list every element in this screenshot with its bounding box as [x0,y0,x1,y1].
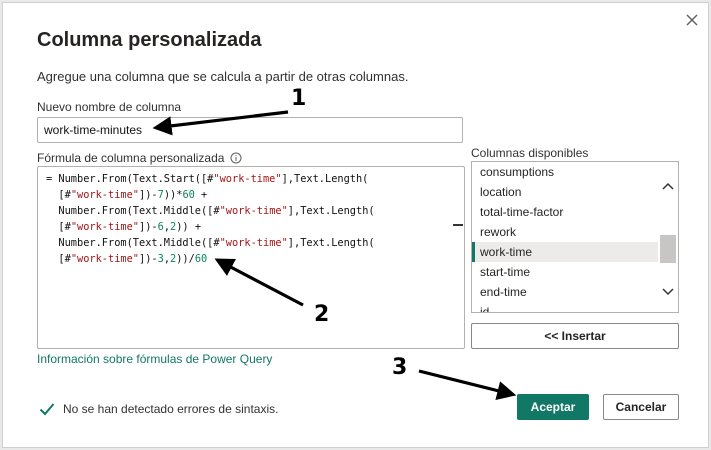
column-item-work-time[interactable]: work-time [472,242,658,262]
formula-editor[interactable]: = Number.From(Text.Start([#"work-time"],… [37,166,465,349]
column-name-input[interactable]: work-time-minutes [37,117,463,143]
formula-line: [#"work-time"])-7))*60 + [46,189,208,201]
column-item-total-time-factor[interactable]: total-time-factor [472,202,658,222]
column-name-label: Nuevo nombre de columna [37,100,182,114]
formula-line: [#"work-time"])-6,2)) + [46,221,202,233]
power-query-formulas-link[interactable]: Información sobre fórmulas de Power Quer… [37,352,272,366]
scrollbar-thumb[interactable] [660,235,676,263]
formula-line: [#"work-time"])-3,2))/60 [46,253,208,265]
check-icon [39,402,55,416]
insert-button[interactable]: << Insertar [471,323,679,349]
column-item-start-time[interactable]: start-time [472,262,658,282]
scroll-up-icon[interactable] [662,178,674,190]
column-item-consumptions[interactable]: consumptions [472,162,658,182]
formula-line: = Number.From(Text.Start([#"work-time"],… [46,173,369,185]
formula-label: Fórmula de columna personalizada [37,151,242,165]
dialog-description: Agregue una columna que se calcula a par… [37,69,409,84]
column-item-rework[interactable]: rework [472,222,658,242]
annotation-number-2: 2 [314,302,330,327]
columns-scrollbar[interactable] [658,162,678,312]
syntax-status: No se han detectado errores de sintaxis. [39,402,278,416]
formula-code[interactable]: = Number.From(Text.Start([#"work-time"],… [46,171,375,267]
editor-scroll-marker [453,224,463,226]
accept-button[interactable]: Aceptar [517,394,589,420]
formula-line: Number.From(Text.Middle([#"work-time"],T… [46,237,375,249]
column-item-end-time[interactable]: end-time [472,282,658,302]
formula-line: Number.From(Text.Middle([#"work-time"],T… [46,205,375,217]
annotation-number-3: 3 [392,355,408,380]
scroll-down-icon[interactable] [662,284,674,296]
column-item-id[interactable]: id [472,302,658,312]
column-item-location[interactable]: location [472,182,658,202]
annotation-number-1: 1 [291,86,307,111]
formula-label-text: Fórmula de columna personalizada [37,151,225,165]
available-columns-list[interactable]: consumptions location total-time-factor … [471,161,679,313]
info-icon[interactable] [230,152,242,164]
syntax-status-text: No se han detectado errores de sintaxis. [63,402,279,416]
custom-column-dialog: Columna personalizada Agregue una column… [2,2,709,448]
close-icon[interactable] [682,10,702,30]
cancel-button[interactable]: Cancelar [603,394,679,420]
dialog-title: Columna personalizada [37,29,262,51]
available-columns-label: Columnas disponibles [471,146,589,160]
